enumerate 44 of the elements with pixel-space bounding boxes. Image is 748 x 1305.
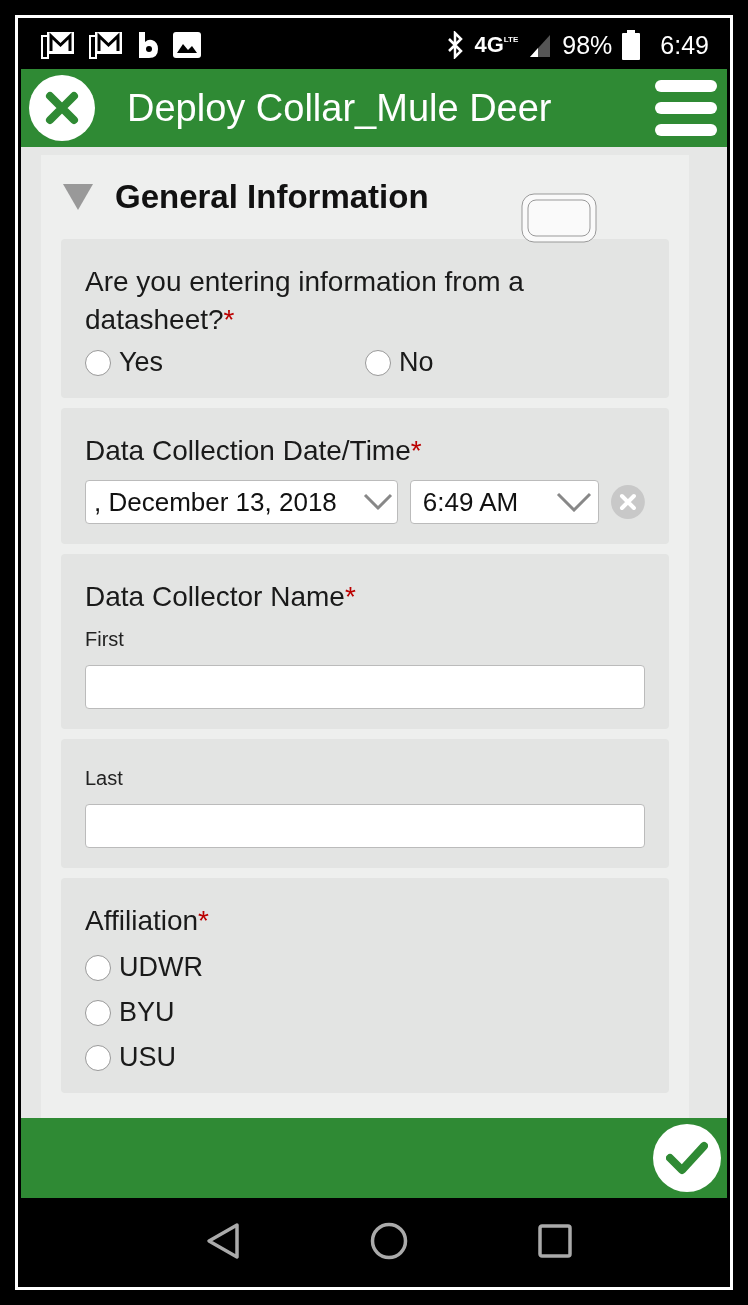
- radio-button[interactable]: [85, 999, 111, 1026]
- rounded-rectangle-icon: [521, 193, 597, 243]
- network-sub-label: LTE: [503, 35, 519, 44]
- battery-icon: [622, 30, 641, 60]
- date-field[interactable]: , December 13, 2018: [85, 480, 398, 524]
- radio-button[interactable]: [85, 954, 111, 981]
- checkmark-icon: [666, 1141, 708, 1175]
- close-icon: [45, 91, 79, 125]
- time-field[interactable]: 6:49 AM: [409, 480, 600, 524]
- option-label[interactable]: UDWR: [119, 952, 203, 983]
- clear-icon[interactable]: [611, 485, 645, 519]
- notification-icon: [137, 30, 159, 60]
- option-label[interactable]: USU: [119, 1042, 176, 1073]
- image-icon: [173, 32, 201, 58]
- radio-button[interactable]: [85, 1044, 111, 1071]
- chevron-down-icon: [362, 493, 393, 511]
- option-label[interactable]: No: [399, 347, 434, 378]
- menu-button[interactable]: [655, 80, 717, 136]
- question-label: Affiliation*: [85, 904, 210, 938]
- home-icon[interactable]: [370, 1222, 408, 1260]
- text-field[interactable]: [85, 665, 645, 709]
- section-title: General Information: [115, 178, 429, 216]
- question-label: Data Collector Name*: [85, 580, 357, 614]
- back-icon[interactable]: [206, 1222, 240, 1260]
- question-label: Are you entering information from a datasheet?*: [85, 265, 525, 337]
- radio-button[interactable]: [85, 349, 111, 376]
- option-label[interactable]: Yes: [119, 347, 164, 378]
- field-label: Last: [85, 767, 123, 790]
- option-label[interactable]: BYU: [119, 997, 175, 1028]
- mail-icon: [89, 31, 123, 59]
- form-title: Deploy Collar_Mule Deer: [127, 86, 553, 130]
- question-label: Data Collection Date/Time*: [85, 434, 423, 468]
- clock-time: 6:49: [660, 30, 709, 60]
- network-label: 4G: [474, 33, 504, 57]
- mail-icon: [41, 31, 75, 59]
- recents-icon[interactable]: [538, 1224, 572, 1258]
- bluetooth-icon: [446, 31, 465, 59]
- battery-percentage: 98%: [562, 30, 613, 60]
- field-label: First: [85, 628, 124, 651]
- signal-icon: [528, 33, 553, 57]
- text-field[interactable]: [85, 804, 645, 848]
- chevron-down-icon: [556, 492, 593, 512]
- radio-button[interactable]: [365, 349, 391, 376]
- collapse-triangle-icon[interactable]: [63, 184, 93, 210]
